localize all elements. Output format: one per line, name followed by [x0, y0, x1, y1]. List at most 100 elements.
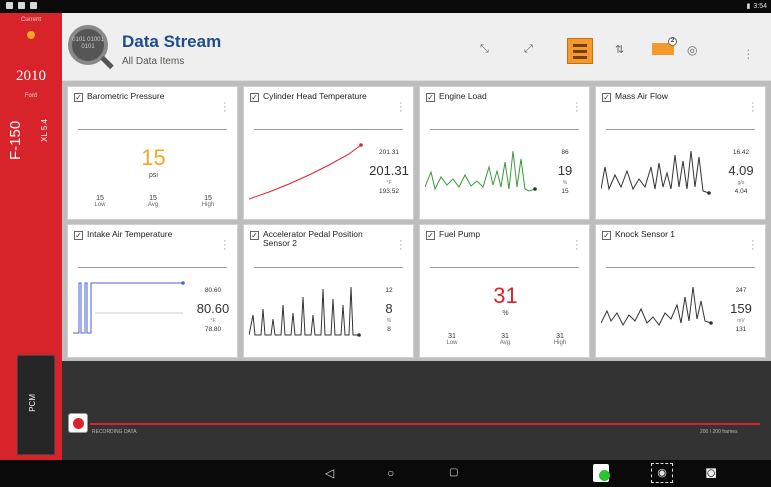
card-menu-icon[interactable]: · · ·: [223, 236, 227, 255]
max-value: 86: [561, 149, 569, 156]
recording-timeline[interactable]: [90, 423, 760, 425]
min-value: 8: [387, 326, 391, 333]
checkbox[interactable]: ✓: [74, 93, 83, 102]
recording-status: RECORDING DATA: [92, 429, 137, 435]
current-unit: °F: [210, 318, 216, 324]
card-menu-icon[interactable]: · · ·: [399, 98, 403, 117]
card-menu-icon[interactable]: · · ·: [751, 98, 755, 117]
module-tab-label: PCM: [28, 394, 37, 412]
record-button[interactable]: [68, 413, 88, 433]
low-label: Low: [94, 202, 106, 208]
checkbox[interactable]: ✓: [426, 93, 435, 102]
collapse-icon[interactable]: ⤡: [480, 43, 489, 56]
checkbox[interactable]: ✓: [250, 231, 259, 240]
checkbox[interactable]: ✓: [426, 231, 435, 240]
checkbox[interactable]: ✓: [250, 93, 259, 102]
page-subtitle[interactable]: All Data Items: [122, 56, 184, 67]
list-view-button[interactable]: [567, 38, 593, 64]
notification-icon: [18, 2, 25, 9]
expand-icon[interactable]: ⤢: [524, 43, 533, 56]
sparkline: [73, 281, 185, 334]
record-camera-icon[interactable]: 2: [652, 37, 677, 55]
camera-icon[interactable]: ◙: [706, 463, 716, 483]
min-value: 193.52: [379, 188, 399, 195]
card-accelerator-pedal-position-sensor-2[interactable]: ✓ Accelerator Pedal Position Sensor 2 · ·…: [243, 224, 414, 358]
card-cylinder-head-temperature[interactable]: ✓ Cylinder Head Temperature · · · 201.31 2…: [243, 86, 414, 220]
card-fuel-pump[interactable]: ✓ Fuel Pump · · · 31 % 31 Low 31 Avg 31 High: [419, 224, 590, 358]
back-icon[interactable]: ◁: [325, 466, 334, 480]
avg-value: 31: [501, 333, 509, 340]
current-value: 19: [557, 163, 573, 178]
max-value: 247: [735, 287, 747, 294]
card-menu-icon[interactable]: · · ·: [575, 236, 579, 255]
gauge-value: 31: [493, 283, 518, 308]
divider: [430, 129, 579, 130]
notification-icon: [6, 2, 13, 9]
vci-connection-icon[interactable]: [593, 464, 610, 482]
card-mass-air-flow[interactable]: ✓ Mass Air Flow · · · 16.42 4.09 g/s 4.04: [595, 86, 766, 220]
screen-capture-icon[interactable]: ◉: [651, 463, 673, 483]
module-tab-pcm[interactable]: PCM: [17, 355, 55, 455]
card-label: Barometric Pressure: [87, 91, 165, 101]
card-menu-icon[interactable]: · · ·: [575, 98, 579, 117]
current-unit: g/s: [737, 180, 745, 186]
low-value: 31: [448, 333, 456, 340]
max-value: 80.60: [204, 287, 222, 294]
avg-label: Avg: [499, 340, 511, 346]
overflow-menu-icon[interactable]: · · ·: [746, 42, 751, 64]
home-icon[interactable]: ○: [387, 466, 394, 480]
avg-label: Avg: [147, 202, 159, 208]
sparkline: [601, 286, 713, 327]
gauge-value: 15: [141, 145, 166, 170]
divider: [78, 129, 227, 130]
divider: [430, 267, 579, 268]
divider: [78, 267, 227, 268]
current-value: 4.09: [728, 163, 754, 178]
battery-icon: ▮: [746, 3, 751, 10]
clock: 3:54: [753, 2, 767, 10]
low-label: Low: [446, 340, 458, 346]
vehicle-status-dot: [27, 31, 35, 39]
checkbox[interactable]: ✓: [602, 93, 611, 102]
card-label: Cylinder Head Temperature: [263, 91, 367, 101]
divider: [606, 267, 755, 268]
recents-icon[interactable]: ▢: [449, 467, 458, 478]
recorder-panel: [62, 361, 771, 460]
header: 0101 01001 0101 Data Stream All Data Ite…: [62, 13, 771, 81]
snapshot-icon[interactable]: ◎: [687, 43, 697, 57]
page-title: Data Stream: [122, 32, 222, 51]
card-label: Knock Sensor 1: [615, 229, 676, 239]
card-label: Engine Load: [439, 91, 487, 101]
card-intake-air-temperature[interactable]: ✓ Intake Air Temperature · · · 80.60 80.60…: [67, 224, 238, 358]
gauge-unit: %: [502, 310, 509, 317]
card-label: Accelerator Pedal Position Sensor 2: [263, 229, 363, 248]
camera-badge: 2: [668, 37, 677, 46]
current-label: Current: [20, 17, 41, 23]
data-card-grid: ✓ Barometric Pressure · · · 15 psi 15 Low 1…: [62, 81, 771, 361]
current-value: 8: [385, 301, 393, 316]
sort-icon[interactable]: ⇅: [615, 43, 624, 56]
current-value: 201.31: [369, 163, 409, 178]
current-unit: mV: [737, 318, 745, 324]
high-stat: 31 High: [540, 333, 580, 346]
record-icon: [73, 418, 84, 429]
card-engine-load[interactable]: ✓ Engine Load · · · 86 19 % 15: [419, 86, 590, 220]
high-label: High: [553, 340, 567, 346]
card-barometric-pressure[interactable]: ✓ Barometric Pressure · · · 15 psi 15 Low 1…: [67, 86, 238, 220]
checkbox[interactable]: ✓: [74, 231, 83, 240]
checkbox[interactable]: ✓: [602, 231, 611, 240]
avg-stat: 15 Avg: [133, 195, 173, 208]
recording-frames: 200 / 200 frames: [700, 429, 738, 435]
min-value: 78.80: [204, 326, 222, 333]
card-knock-sensor-1[interactable]: ✓ Knock Sensor 1 · · · 247 159 mV 131: [595, 224, 766, 358]
max-value: 12: [385, 287, 393, 294]
avg-value: 15: [149, 195, 157, 202]
card-menu-icon[interactable]: · · ·: [223, 98, 227, 117]
card-menu-icon[interactable]: · · ·: [399, 236, 403, 255]
app-window: ▮ 3:54 Current 2010 Ford F-150 XL 5.4 PCM…: [0, 0, 771, 487]
card-label: Mass Air Flow: [615, 91, 668, 101]
current-value: 80.60: [196, 301, 230, 316]
card-menu-icon[interactable]: · · ·: [751, 236, 755, 255]
card-label: Intake Air Temperature: [87, 229, 173, 239]
vehicle-make: Ford: [24, 93, 38, 99]
